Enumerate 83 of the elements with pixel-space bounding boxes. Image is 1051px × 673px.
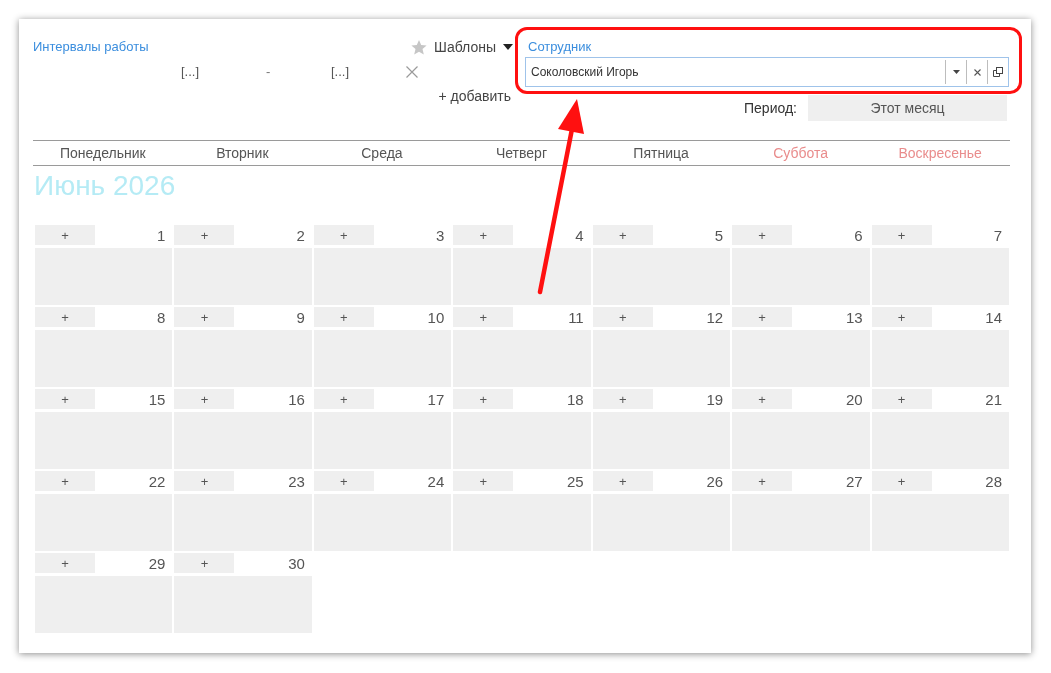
add-button[interactable]: + (592, 307, 653, 327)
add-button[interactable]: + (174, 471, 235, 491)
day-number: 10 (427, 308, 446, 326)
add-button[interactable]: + (35, 307, 95, 327)
add-button[interactable]: + (313, 307, 374, 327)
add-button[interactable]: + (592, 389, 653, 409)
day-number: 20 (845, 390, 864, 408)
day-number: 8 (157, 308, 167, 326)
day-number: 1 (157, 226, 167, 244)
add-button[interactable]: + (732, 307, 793, 327)
add-button[interactable]: + (732, 389, 793, 409)
day-number: 4 (575, 226, 585, 244)
day-number: 18 (567, 390, 585, 408)
add-button[interactable]: + (35, 225, 95, 245)
day-number: 19 (706, 390, 725, 408)
add-button[interactable]: + (313, 471, 374, 491)
add-button[interactable]: + (313, 389, 374, 409)
day-number: 29 (148, 554, 167, 572)
add-button[interactable]: + (592, 225, 653, 245)
add-button[interactable]: + (871, 225, 932, 245)
add-button[interactable]: + (871, 471, 932, 491)
overlapping-squares-icon[interactable] (993, 67, 1003, 77)
day-number: 13 (845, 308, 864, 326)
add-button[interactable]: + (453, 389, 514, 409)
day-number: 11 (568, 308, 585, 326)
period-button[interactable]: Этот месяц (808, 95, 1007, 121)
interval-end-link[interactable]: [...] (331, 64, 350, 80)
add-button[interactable]: + (871, 307, 932, 327)
day-number: 21 (985, 390, 1003, 408)
add-button[interactable]: + (453, 307, 514, 327)
weekday-label: Четверг (495, 144, 547, 162)
period-label: Период: (744, 100, 797, 116)
add-button[interactable]: + (453, 225, 514, 245)
day-number: 6 (854, 226, 864, 244)
add-button[interactable]: + (35, 471, 95, 491)
day-number: 27 (845, 472, 864, 490)
weekday-label: Пятница (633, 144, 689, 162)
day-number: 16 (288, 390, 306, 408)
weekday-label: Среда (361, 144, 403, 162)
intervals-link[interactable]: Интервалы работы (33, 39, 149, 55)
month-title: Июнь 2026 (34, 170, 176, 202)
add-button[interactable]: + (35, 389, 95, 409)
day-number: 2 (296, 226, 306, 244)
caret-icon[interactable] (952, 70, 960, 74)
weekday-label: Понедельник (59, 144, 146, 162)
add-button[interactable]: + (174, 225, 235, 245)
add-button[interactable]: + (174, 553, 235, 573)
day-number: 7 (993, 226, 1003, 244)
star-icon (411, 39, 428, 55)
day-number: 24 (427, 472, 446, 490)
day-number: 5 (714, 226, 725, 244)
day-number: 12 (706, 308, 725, 326)
add-button[interactable]: + (313, 225, 374, 245)
employee-label: Сотрудник (528, 39, 592, 55)
add-button[interactable]: + (732, 225, 793, 245)
weekday-label: Суббота (773, 144, 829, 162)
interval-separator: - (266, 64, 271, 80)
day-number: 14 (985, 308, 1003, 326)
interval-start-link[interactable]: [...] (181, 64, 200, 80)
add-button[interactable]: + (174, 307, 235, 327)
close-icon[interactable] (973, 68, 981, 76)
day-number: 30 (288, 554, 306, 572)
add-button[interactable]: + (871, 389, 932, 409)
day-number: 15 (148, 390, 167, 408)
add-button[interactable]: + (592, 471, 653, 491)
add-button[interactable]: + (732, 471, 793, 491)
day-number: 3 (435, 226, 446, 244)
add-link[interactable]: + добавить (438, 88, 511, 105)
templates-button[interactable]: Шаблоны (411, 39, 513, 55)
day-number: 26 (706, 472, 725, 490)
day-number: 17 (427, 390, 446, 408)
day-number: 25 (567, 472, 585, 490)
day-number: 23 (288, 472, 306, 490)
weekday-label: Вторник (216, 144, 269, 162)
weekday-label: Воскресенье (898, 144, 982, 162)
add-button[interactable]: + (453, 471, 514, 491)
add-button[interactable]: + (35, 553, 95, 573)
day-number: 9 (296, 308, 306, 326)
day-number: 22 (148, 472, 167, 490)
add-button[interactable]: + (174, 389, 235, 409)
day-number: 28 (985, 472, 1003, 490)
employee-field[interactable]: Соколовский Игорь (525, 57, 1009, 87)
caret-icon (503, 44, 513, 50)
